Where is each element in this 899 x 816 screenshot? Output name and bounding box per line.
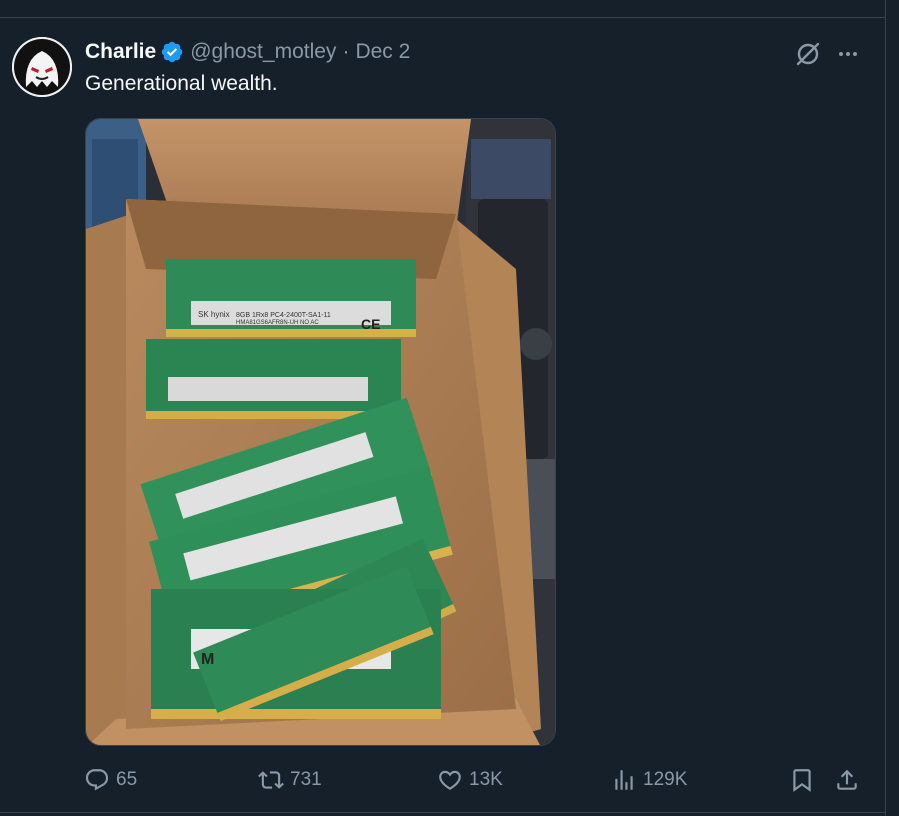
header-separator: · [342, 40, 350, 63]
ram-label-2: 8GB 1Rx8 PC4-2400T-SA1-11 [236, 312, 331, 319]
like-count: 13K [469, 769, 503, 790]
verified-badge-icon[interactable] [160, 40, 184, 64]
repost-button[interactable]: 731 [258, 762, 322, 798]
avatar[interactable] [12, 37, 72, 97]
views-count: 129K [643, 769, 688, 790]
reply-count: 65 [116, 769, 138, 790]
repost-count: 731 [290, 769, 322, 790]
avatar-ghost-icon [12, 37, 72, 97]
tweet-actions: 65 731 13K 129K [0, 762, 885, 798]
tweet-header: Charlie @ghost_motley · Dec 2 [85, 39, 410, 65]
views-button[interactable]: 129K [611, 762, 687, 798]
bookmark-icon [793, 769, 811, 792]
ce-mark: CE [361, 316, 380, 332]
timeline-right-border [885, 0, 886, 816]
ram-label-1: SK hynix [198, 310, 230, 319]
bookmark-button[interactable] [789, 762, 815, 798]
author-handle[interactable]: @ghost_motley [190, 40, 336, 64]
like-icon [439, 770, 461, 790]
tweet-photo[interactable]: SK hynix 8GB 1Rx8 PC4-2400T-SA1-11 HMA81… [85, 118, 556, 746]
ram-box-photo: SK hynix 8GB 1Rx8 PC4-2400T-SA1-11 HMA81… [86, 119, 555, 745]
bottom-divider [0, 812, 885, 813]
like-button[interactable]: 13K [437, 762, 503, 798]
tweet-date[interactable]: Dec 2 [355, 40, 410, 64]
reply-button[interactable]: 65 [84, 762, 137, 798]
top-divider [0, 17, 885, 18]
more-icon[interactable] [836, 42, 860, 66]
grok-icon[interactable] [794, 40, 822, 68]
views-icon [615, 770, 633, 790]
ram-label-3: HMA81GS6AFR8N-UH NO AC [236, 320, 319, 326]
ram-brand-mark: M [201, 651, 214, 668]
share-button[interactable] [834, 762, 860, 798]
reply-icon [85, 769, 109, 791]
share-icon [837, 769, 857, 790]
author-name[interactable]: Charlie [85, 40, 156, 64]
retweet-icon [258, 771, 284, 789]
tweet-text: Generational wealth. [85, 72, 278, 95]
